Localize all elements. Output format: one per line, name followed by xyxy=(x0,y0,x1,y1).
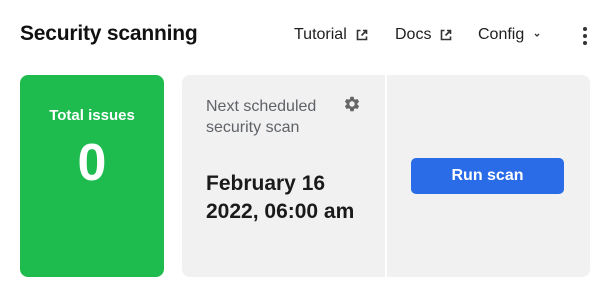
external-link-icon xyxy=(355,28,369,42)
total-issues-label: Total issues xyxy=(49,107,135,124)
next-scan-label: Next scheduled security scan xyxy=(206,98,317,136)
total-issues-card: Total issues 0 xyxy=(20,75,164,277)
config-dropdown[interactable]: Config xyxy=(478,26,542,44)
page-title: Security scanning xyxy=(20,22,198,45)
run-scan-button[interactable]: Run scan xyxy=(411,158,564,194)
total-issues-count: 0 xyxy=(77,134,107,192)
config-label: Config xyxy=(478,26,525,43)
docs-link-label: Docs xyxy=(395,26,432,43)
kebab-dot xyxy=(583,34,587,38)
kebab-dot xyxy=(583,41,587,45)
page-header: Security scanning Tutorial Docs Config xyxy=(0,0,610,72)
gear-icon[interactable] xyxy=(343,95,361,113)
chevron-down-icon xyxy=(532,30,542,40)
external-link-icon xyxy=(439,28,453,42)
scheduled-scan-card: Next scheduled security scan February 16… xyxy=(182,75,590,277)
kebab-dot xyxy=(583,27,587,31)
tutorial-link[interactable]: Tutorial xyxy=(294,26,369,44)
next-scan-date: February 16 2022, 06:00 am xyxy=(206,172,355,223)
card-divider xyxy=(385,75,387,277)
docs-link[interactable]: Docs xyxy=(395,26,453,44)
kebab-menu-icon[interactable] xyxy=(578,26,592,46)
tutorial-link-label: Tutorial xyxy=(294,26,347,43)
